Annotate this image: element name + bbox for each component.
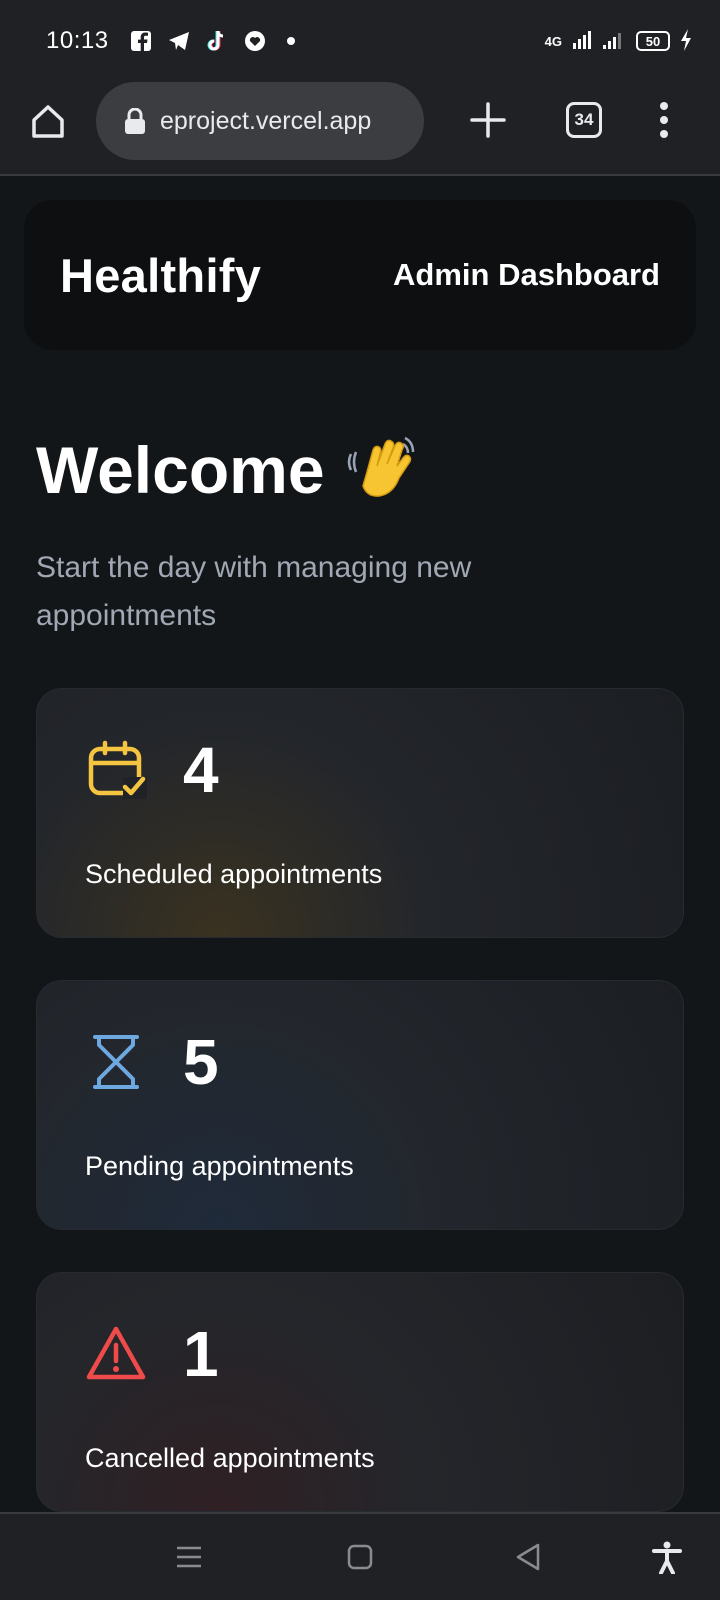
status-time: 10:13: [46, 27, 109, 54]
signal-2-icon: [602, 30, 626, 53]
heart-app-icon: [243, 29, 267, 53]
charging-icon: [680, 28, 692, 54]
hourglass-icon: [93, 1035, 139, 1089]
notification-dot-icon: [286, 37, 295, 45]
signal-icon: [572, 30, 592, 53]
header-subtitle: Admin Dashboard: [393, 257, 660, 292]
scheduled-appointments-card: 4 Scheduled appointments: [36, 688, 684, 938]
menu-dot: [660, 102, 668, 110]
pending-appointments-card: 5 Pending appointments: [36, 980, 684, 1230]
overflow-menu-button[interactable]: [652, 100, 676, 140]
system-navigation-bar: [0, 1512, 720, 1600]
new-tab-button[interactable]: [468, 100, 508, 140]
facebook-icon: [129, 29, 153, 53]
calendar-check-icon: [88, 740, 147, 799]
battery-icon: 50: [636, 31, 670, 51]
cancelled-label: Cancelled appointments: [85, 1443, 375, 1473]
address-bar[interactable]: eproject.vercel.app: [96, 82, 424, 160]
welcome-heading: Welcome: [36, 432, 419, 508]
menu-dot: [660, 130, 668, 138]
cancelled-appointments-card: 1 Cancelled appointments: [36, 1272, 684, 1512]
waving-hand-icon: [347, 436, 414, 497]
network-type: 4G: [544, 33, 562, 49]
lock-icon: [125, 108, 145, 134]
recent-apps-button[interactable]: [172, 1540, 206, 1574]
tiktok-icon: [205, 29, 229, 53]
scheduled-label: Scheduled appointments: [85, 859, 383, 889]
site-header: Healthify Admin Dashboard: [24, 200, 696, 350]
warning-triangle-icon: [86, 1326, 146, 1380]
home-button[interactable]: [28, 102, 68, 142]
accessibility-button[interactable]: [650, 1540, 684, 1575]
telegram-icon: [167, 29, 191, 53]
tab-count: 34: [574, 110, 594, 129]
home-nav-button[interactable]: [343, 1540, 377, 1574]
back-button[interactable]: [512, 1540, 546, 1574]
tab-switcher-button[interactable]: 34: [566, 102, 602, 138]
cancelled-count: 1: [183, 1318, 219, 1390]
brand-logo[interactable]: Healthify: [60, 248, 261, 303]
url-text: eproject.vercel.app: [160, 106, 372, 135]
welcome-title: Welcome: [36, 433, 325, 507]
pending-label: Pending appointments: [85, 1151, 354, 1181]
pending-count: 5: [183, 1026, 219, 1098]
browser-toolbar: eproject.vercel.app 34: [0, 82, 720, 176]
status-bar: 10:13 4G 50: [0, 0, 720, 82]
scheduled-count: 4: [183, 734, 219, 806]
welcome-subtitle: Start the day with managing new appointm…: [36, 551, 472, 632]
menu-dot: [660, 116, 668, 124]
